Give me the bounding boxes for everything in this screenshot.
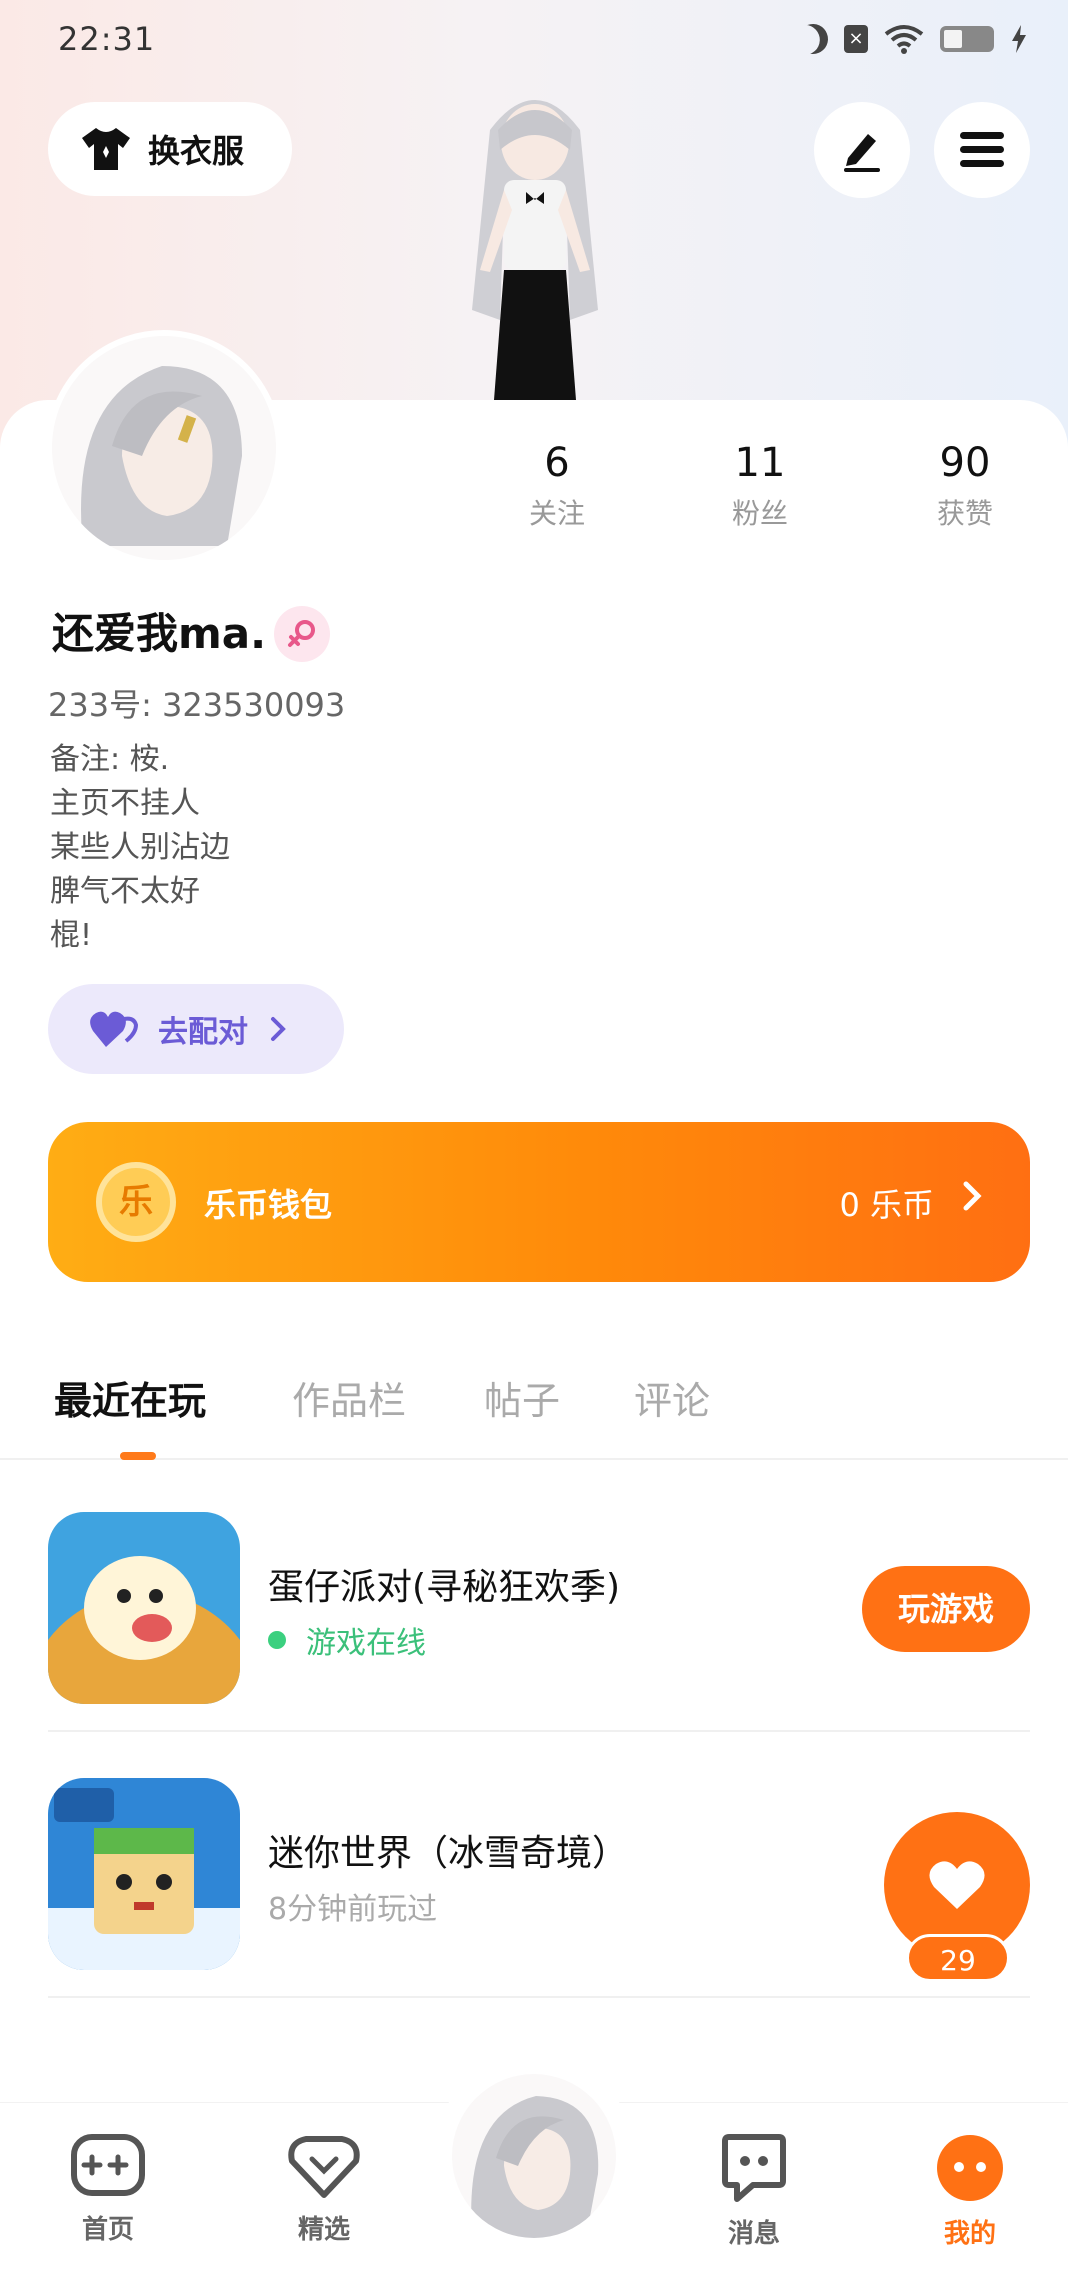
wallet-title: 乐币钱包 xyxy=(204,1186,333,1224)
go-match-label: 去配对 xyxy=(158,1015,248,1050)
online-dot-icon xyxy=(268,1631,286,1649)
user-id: 233号: 323530093 xyxy=(48,686,346,724)
tab-recently-played[interactable]: 最近在玩 xyxy=(54,1370,206,1425)
coin-icon: 乐 xyxy=(96,1162,176,1242)
bio-text: 备注: 桉. 主页不挂人 某些人别沾边 脾气不太好 棍! xyxy=(50,742,230,953)
female-gender-icon xyxy=(274,606,330,662)
followers-label: 粉丝 xyxy=(731,497,788,530)
do-not-disturb-icon xyxy=(794,20,832,58)
chevron-right-icon xyxy=(963,1181,982,1211)
status-time: 22:31 xyxy=(58,20,156,58)
me-icon xyxy=(937,2135,1003,2201)
heart-shield-icon xyxy=(288,2136,360,2198)
double-heart-icon xyxy=(90,1011,138,1047)
tshirt-icon xyxy=(82,128,130,170)
gamepad-icon xyxy=(71,2134,145,2196)
game-name: 蛋仔派对(寻秘狂欢季) xyxy=(268,1567,621,1608)
avatar-3d-figure[interactable] xyxy=(420,80,650,400)
username: 还爱我ma. xyxy=(52,609,267,658)
tab-works[interactable]: 作品栏 xyxy=(292,1370,406,1425)
nav-featured[interactable]: 精选 xyxy=(254,2133,394,2246)
wifi-icon xyxy=(884,25,924,54)
nav-home[interactable]: 首页 xyxy=(38,2133,178,2246)
following-count: 6 xyxy=(544,440,570,486)
likes-label: 获赞 xyxy=(936,497,993,530)
change-outfit-label: 换衣服 xyxy=(148,132,245,170)
play-game-button[interactable]: 玩游戏 xyxy=(862,1566,1030,1652)
game-icon-mini-world xyxy=(48,1778,240,1970)
like-count: 29 xyxy=(906,1934,1010,1982)
nav-messages[interactable]: 消息 xyxy=(684,2133,824,2250)
coin-wallet-banner[interactable]: 乐 乐币钱包 0 乐币 xyxy=(48,1122,1030,1282)
go-match-button[interactable]: 去配对 xyxy=(48,984,344,1074)
status-bar: 22:31 × xyxy=(0,0,1068,80)
chat-icon xyxy=(722,2134,786,2202)
followers-count: 11 xyxy=(734,440,786,486)
game-status-text: 游戏在线 xyxy=(306,1626,426,1661)
nav-featured-label: 精选 xyxy=(297,2215,350,2245)
active-tab-indicator xyxy=(120,1452,156,1460)
menu-button[interactable] xyxy=(934,102,1030,198)
like-float-button[interactable]: 29 xyxy=(880,1812,1030,1982)
game-icon-eggy-party xyxy=(48,1512,240,1704)
game-name: 迷你世界（冰雪奇境） xyxy=(268,1833,629,1874)
edit-profile-button[interactable] xyxy=(814,102,910,198)
hamburger-icon xyxy=(960,132,1004,167)
nav-me[interactable]: 我的 xyxy=(900,2133,1040,2250)
nav-me-label: 我的 xyxy=(943,2219,996,2249)
game-row[interactable]: 蛋仔派对(寻秘狂欢季) 游戏在线 玩游戏 xyxy=(48,1466,1030,1732)
nav-messages-label: 消息 xyxy=(727,2219,780,2249)
following-label: 关注 xyxy=(528,497,585,530)
last-played-text: 8分钟前玩过 xyxy=(268,1892,438,1927)
tab-comments[interactable]: 评论 xyxy=(634,1370,710,1425)
tab-posts[interactable]: 帖子 xyxy=(484,1370,560,1425)
status-icons: × xyxy=(798,24,1028,54)
avatar-portrait-small xyxy=(452,2074,616,2238)
nav-avatar-button[interactable] xyxy=(452,2074,616,2238)
game-online-status: 游戏在线 xyxy=(268,1618,426,1662)
stat-likes[interactable]: 90 获赞 xyxy=(895,440,1035,532)
battery-icon xyxy=(940,26,994,52)
stat-followers[interactable]: 11 粉丝 xyxy=(690,440,830,532)
change-outfit-button[interactable]: 换衣服 xyxy=(48,102,292,196)
nav-home-label: 首页 xyxy=(81,2215,134,2245)
profile-stats: 6 关注 11 粉丝 90 获赞 xyxy=(0,440,1068,550)
no-sim-icon: × xyxy=(844,25,868,53)
charging-icon xyxy=(1012,25,1026,53)
pen-icon xyxy=(844,134,880,172)
wallet-balance: 0 乐币 xyxy=(839,1186,934,1224)
likes-count: 90 xyxy=(939,440,991,486)
chevron-right-icon xyxy=(271,1017,286,1041)
heart-icon xyxy=(929,1861,985,1909)
profile-tabs: 最近在玩 作品栏 帖子 评论 xyxy=(0,1360,1068,1460)
stat-following[interactable]: 6 关注 xyxy=(487,440,627,532)
